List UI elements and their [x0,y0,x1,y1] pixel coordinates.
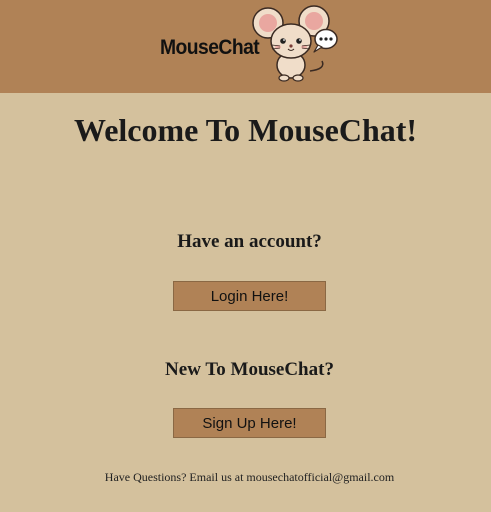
signup-button[interactable]: Sign Up Here! [173,408,326,438]
signup-heading: New To MouseChat? [165,359,334,380]
brand-name: MouseChat [160,36,260,59]
login-heading: Have an account? [177,231,322,252]
mouse-logo-icon [252,5,338,82]
page-title: Welcome To MouseChat! [73,112,418,148]
login-button[interactable]: Login Here! [173,281,326,311]
contact-footer: Have Questions? Email us at mousechatoff… [104,470,395,484]
site-header: MouseChat [0,0,491,93]
